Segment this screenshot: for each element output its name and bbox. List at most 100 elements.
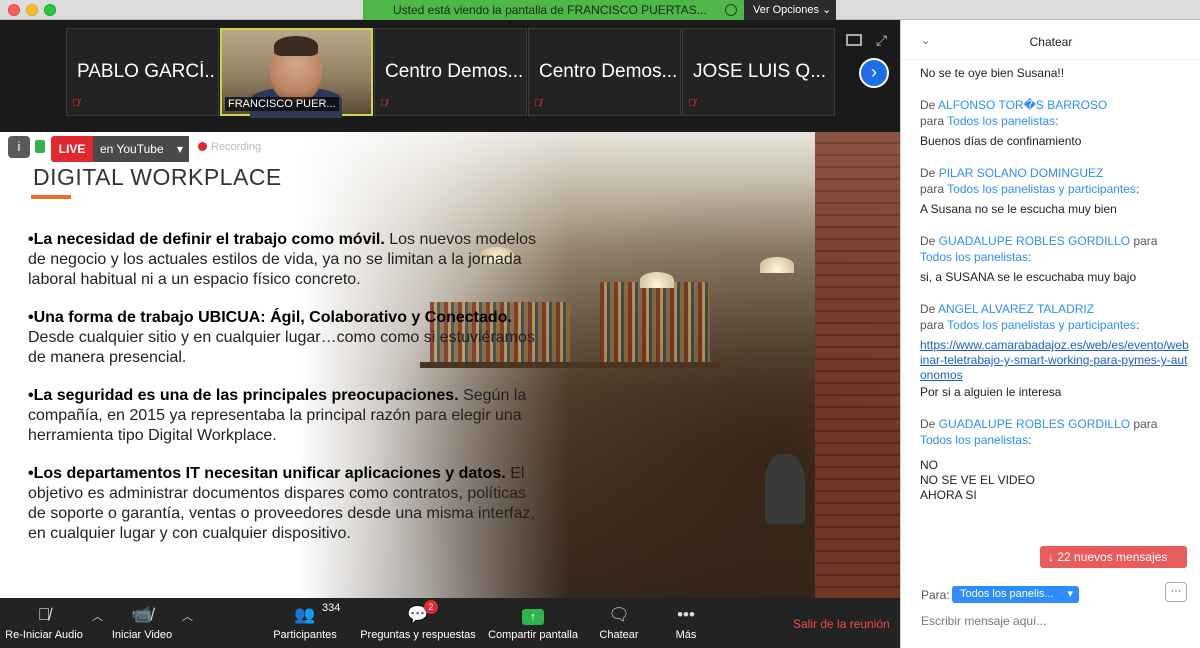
screen-share-banner: Usted está viendo la pantalla de FRANCIS… <box>363 0 744 20</box>
recipient-name[interactable]: Todos los panelistas y participantes <box>947 318 1136 332</box>
chat-message: De PILAR SOLANO DOMINGUEZ para Todos los… <box>920 165 1190 217</box>
new-messages-button[interactable]: ↓ 22 nuevos mensajes <box>1040 546 1187 568</box>
shared-screen-slide: DIGITAL WORKPLACE •La necesidad de defin… <box>0 132 900 598</box>
meeting-main-area: PABLO GARCÍ... 🎙̸ FRANCISCO PUER... Cent… <box>0 20 900 648</box>
slide-bullets: •La necesidad de definir el trabajo como… <box>28 230 538 562</box>
recording-indicator: Recording <box>198 141 261 153</box>
participant-tile-active-speaker[interactable]: FRANCISCO PUER... <box>220 28 373 118</box>
share-status-icon <box>725 4 737 16</box>
message-meta: De GUADALUPE ROBLES GORDILLO para Todos … <box>920 234 1158 264</box>
maximize-window-button[interactable] <box>44 4 56 16</box>
brick-wall-image <box>815 132 900 598</box>
chat-title: Chatear <box>1029 35 1073 49</box>
participant-tile[interactable]: Centro Demos... 🎙̸ <box>374 28 527 116</box>
participant-name: FRANCISCO PUER... <box>225 97 339 111</box>
speaker-hair <box>274 36 318 56</box>
chat-message: De ANGEL ALVAREZ TALADRIZ para Todos los… <box>920 301 1190 400</box>
chat-button[interactable]: 🗨 Chatear <box>594 604 644 641</box>
message-link-block: https://www.camarabadajoz.es/web/es/even… <box>920 338 1190 383</box>
participant-tile[interactable]: Centro Demos... 🎙̸ <box>528 28 681 116</box>
meeting-toolbar: 🎙̸ Re-Iniciar Audio ︿ 📹̸ Iniciar Video ︿… <box>0 598 900 648</box>
qa-icon: 💬 <box>407 605 429 624</box>
minimize-window-button[interactable] <box>26 4 38 16</box>
sender-name[interactable]: ANGEL ALVAREZ TALADRIZ <box>938 302 1094 316</box>
participant-name: Centro Demos... <box>539 61 677 82</box>
participant-name: JOSE LUIS Q... <box>693 61 827 82</box>
message-text: Por si a alguien le interesa <box>920 385 1062 399</box>
message-meta: De ANGEL ALVAREZ TALADRIZ para Todos los… <box>920 302 1140 332</box>
person-image <box>765 454 805 524</box>
window-titlebar: Usted está viendo la pantalla de FRANCIS… <box>0 0 1200 20</box>
recipient-name[interactable]: Todos los panelistas <box>920 433 1028 447</box>
live-badge: LIVE <box>51 136 93 162</box>
video-button[interactable]: 📹̸ Iniciar Video <box>108 604 176 641</box>
more-icon: ••• <box>677 605 695 624</box>
chat-messages: No se te oye bien Susana!! De ALFONSO TO… <box>920 66 1190 519</box>
info-icon[interactable]: i <box>8 136 30 158</box>
recipient-name[interactable]: Todos los panelistas <box>920 250 1028 264</box>
slide-bullet: •Los departamentos IT necesitan unificar… <box>28 465 535 542</box>
chat-more-button[interactable]: ··· <box>1165 582 1187 602</box>
audio-options-chevron-up-icon[interactable]: ︿ <box>92 608 103 624</box>
close-window-button[interactable] <box>8 4 20 16</box>
chat-icon: 🗨 <box>608 605 630 624</box>
live-destination-dropdown[interactable]: en YouTube <box>93 136 189 162</box>
slide-title: DIGITAL WORKPLACE <box>33 164 282 190</box>
message-text: si, a SUSANA se le escuchaba muy bajo <box>920 270 1137 284</box>
chat-message-input[interactable] <box>921 610 1191 632</box>
qa-button[interactable]: 💬 Preguntas y respuestas <box>358 604 478 641</box>
message-meta: De GUADALUPE ROBLES GORDILLO para Todos … <box>920 417 1158 447</box>
lamp-image <box>640 272 674 288</box>
gallery-view-icon[interactable] <box>846 34 862 46</box>
leave-meeting-button[interactable]: Salir de la reunión <box>793 617 890 631</box>
view-options-button[interactable]: Ver Opciones ⌄ <box>744 0 836 20</box>
message-text: A Susana no se le escucha muy bien <box>920 202 1117 216</box>
recipient-name[interactable]: Todos los panelistas <box>947 114 1055 128</box>
mic-muted-icon: 🎙̸ <box>37 605 51 624</box>
chat-message: De GUADALUPE ROBLES GORDILLO para Todos … <box>920 416 1190 503</box>
event-link[interactable]: https://www.camarabadajoz.es/web/es/even… <box>920 338 1189 382</box>
fullscreen-icon[interactable]: ⤢ <box>876 32 887 49</box>
sender-name[interactable]: ALFONSO TOR�S BARROSO <box>938 98 1107 112</box>
more-button[interactable]: ••• Más <box>668 604 704 641</box>
participant-tile[interactable]: JOSE LUIS Q... 🎙̸ <box>682 28 835 116</box>
video-off-icon: 📹̸ <box>131 605 153 624</box>
video-options-chevron-up-icon[interactable]: ︿ <box>182 608 193 624</box>
sender-name[interactable]: PILAR SOLANO DOMINGUEZ <box>939 166 1104 180</box>
chat-message: No se te oye bien Susana!! <box>920 66 1190 81</box>
message-text: Buenos días de confinamiento <box>920 134 1082 148</box>
muted-mic-icon: 🎙̸ <box>72 98 80 109</box>
sender-name[interactable]: GUADALUPE ROBLES GORDILLO <box>939 417 1130 431</box>
audio-button[interactable]: 🎙̸ Re-Iniciar Audio <box>3 604 85 641</box>
next-participants-button[interactable]: › <box>859 58 889 88</box>
chat-message: De ALFONSO TOR�S BARROSO para Todos los … <box>920 97 1190 149</box>
muted-mic-icon: 🎙̸ <box>688 98 696 109</box>
message-meta: De PILAR SOLANO DOMINGUEZ para Todos los… <box>920 166 1140 196</box>
message-meta: De ALFONSO TOR�S BARROSO para Todos los … <box>920 98 1108 128</box>
participant-tile[interactable]: PABLO GARCÍ... 🎙̸ <box>66 28 219 116</box>
qa-badge: 2 <box>424 600 438 614</box>
muted-mic-icon: 🎙̸ <box>380 98 388 109</box>
share-screen-button[interactable]: ↑ Compartir pantalla <box>486 604 580 641</box>
lock-icon <box>35 140 45 153</box>
participants-count: 334 <box>322 602 341 614</box>
slide-bullet: •La seguridad es una de las principales … <box>28 387 527 444</box>
title-underline <box>31 195 71 199</box>
participant-name: PABLO GARCÍ... <box>77 61 215 82</box>
lamp-image <box>760 257 794 273</box>
bookshelf-image <box>600 282 710 362</box>
slide-bullet: •Una forma de trabajo UBICUA: Ágil, Cola… <box>28 309 535 366</box>
message-text: NO NO SE VE EL VIDEO AHORA SI <box>920 458 1035 502</box>
participants-strip: PABLO GARCÍ... 🎙̸ FRANCISCO PUER... Cent… <box>0 20 900 130</box>
participant-name: Centro Demos... <box>385 61 523 82</box>
to-label: Para: <box>921 588 950 602</box>
slide-bullet: •La necesidad de definir el trabajo como… <box>28 231 537 288</box>
recipient-select[interactable]: Todos los panelis... <box>952 586 1079 603</box>
sender-name[interactable]: GUADALUPE ROBLES GORDILLO <box>939 234 1130 248</box>
chat-message: De GUADALUPE ROBLES GORDILLO para Todos … <box>920 233 1190 285</box>
recipient-name[interactable]: Todos los panelistas y participantes <box>947 182 1136 196</box>
share-screen-icon: ↑ <box>522 609 544 625</box>
message-text: No se te oye bien Susana!! <box>920 66 1065 80</box>
muted-mic-icon: 🎙̸ <box>534 98 542 109</box>
chat-panel: ⌄ Chatear No se te oye bien Susana!! De … <box>900 20 1200 648</box>
